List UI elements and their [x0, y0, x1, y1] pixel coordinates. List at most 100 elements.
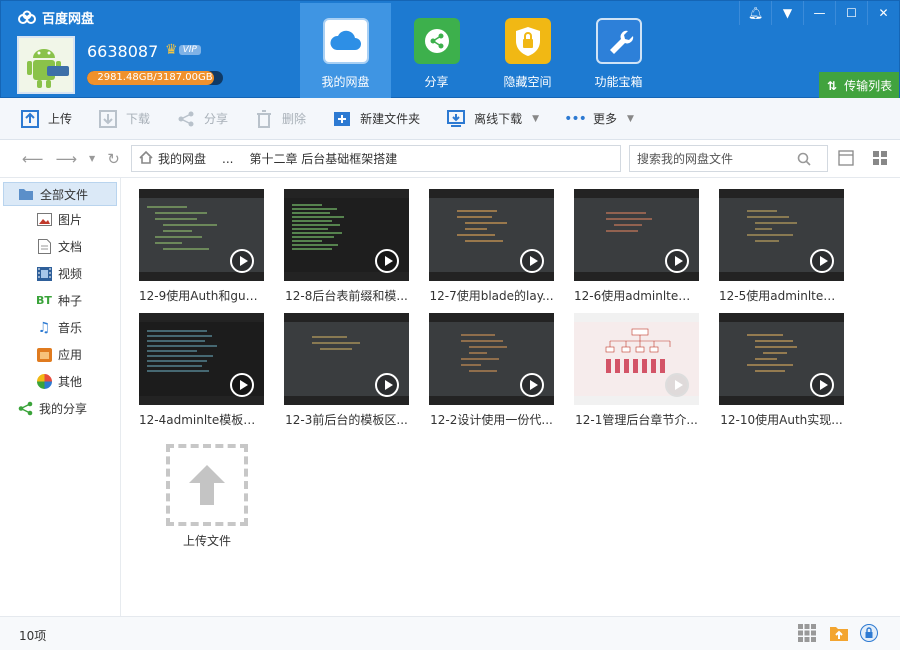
close-button[interactable]: ✕ [867, 1, 899, 25]
delete-label: 删除 [282, 112, 307, 126]
sidebar-item-apps[interactable]: 应用 [0, 341, 120, 368]
nav-toolbox[interactable]: 功能宝箱 [573, 3, 664, 98]
notification-bell-icon[interactable]: 🔔︎ [739, 1, 771, 25]
sidebar-item-torrents[interactable]: BT 种子 [0, 287, 120, 314]
sidebar-item-label: 图片 [58, 213, 83, 227]
video-thumbnail [139, 189, 264, 281]
avatar[interactable] [17, 36, 75, 94]
file-item[interactable]: 12-8后台表前缀和模... [284, 189, 409, 304]
transfer-arrows-icon: ⇅ [827, 78, 838, 93]
new-folder-button[interactable]: 新建文件夹 [332, 109, 420, 129]
other-icon [36, 374, 52, 390]
file-name: 12-4adminlte模板皮... [139, 413, 264, 427]
list-view-icon[interactable] [838, 150, 854, 166]
sidebar-item-all-files[interactable]: 全部文件 [3, 182, 117, 206]
nav-hidden-space-label: 隐藏空间 [503, 75, 552, 89]
play-icon [810, 249, 834, 273]
file-item[interactable]: 12-2设计使用一份代... [429, 313, 554, 428]
more-button[interactable]: ••• 更多 ▼ [564, 109, 634, 129]
video-thumbnail [429, 313, 554, 405]
history-dropdown-icon[interactable]: ▼ [89, 154, 95, 163]
grid-view-icon[interactable] [872, 150, 888, 166]
play-icon [665, 249, 689, 273]
upload-folder-icon[interactable] [829, 624, 848, 642]
download-label: 下载 [126, 112, 151, 126]
tools-icon [595, 18, 642, 64]
back-arrow-icon[interactable]: ⟵ [22, 150, 44, 168]
search-icon[interactable] [797, 152, 811, 166]
file-item[interactable]: 12-6使用adminlte搭... [574, 189, 699, 304]
storage-quota-bar: 2981.48GB/3187.00GB [87, 71, 223, 85]
upload-file-tile[interactable] [166, 444, 248, 526]
download-button[interactable]: 下载 [98, 109, 150, 129]
toolbar: 上传 下载 分享 删除 新建文件夹 离线下载 ▼ ••• 更多 ▼ [0, 98, 900, 140]
minimize-button[interactable]: — [803, 1, 835, 25]
file-name: 12-2设计使用一份代... [430, 413, 553, 427]
file-item[interactable]: 12-10使用Auth实现... [719, 313, 844, 428]
chevron-down-icon: ▼ [627, 113, 634, 124]
file-item[interactable]: 12-5使用adminlte搭... [719, 189, 844, 304]
video-thumbnail [719, 189, 844, 281]
share-button[interactable]: 分享 [176, 109, 228, 129]
nav-share-label: 分享 [424, 75, 449, 89]
menu-dropdown-icon[interactable]: ▼ [771, 1, 803, 25]
breadcrumb-current: 第十二章 后台基础框架搭建 [249, 152, 398, 166]
file-item[interactable]: 12-1管理后台章节介... [574, 313, 699, 428]
nav-my-disk[interactable]: 我的网盘 [300, 3, 391, 98]
history-nav: ⟵ ⟶ ▼ ↻ [0, 150, 130, 168]
sidebar-item-music[interactable]: ♫ 音乐 [0, 314, 120, 341]
vip-badge[interactable]: ♛ VIP [165, 42, 201, 58]
file-name: 12-8后台表前缀和模... [285, 289, 408, 303]
sidebar-item-label: 我的分享 [39, 402, 88, 416]
sidebar-item-label: 其他 [58, 375, 83, 389]
status-icons [785, 624, 878, 642]
new-folder-icon [332, 109, 352, 129]
play-icon [520, 373, 544, 397]
breadcrumb: 我的网盘 ... 第十二章 后台基础框架搭建 [131, 145, 621, 172]
sidebar-item-label: 文档 [58, 240, 83, 254]
refresh-icon[interactable]: ↻ [107, 150, 120, 168]
file-item[interactable]: 12-4adminlte模板皮... [139, 313, 264, 428]
lock-shield-icon[interactable] [860, 624, 878, 642]
more-dots-icon: ••• [564, 110, 587, 127]
file-item[interactable]: 12-3前后台的模板区... [284, 313, 409, 428]
delete-button[interactable]: 删除 [254, 109, 306, 129]
sidebar-item-documents[interactable]: 文档 [0, 233, 120, 260]
grid-apps-icon[interactable] [798, 624, 816, 642]
app-header: 百度网盘 6638087 ♛ VIP 2981.48GB/3187.00GB 我… [0, 0, 900, 99]
breadcrumb-ellipsis[interactable]: ... [222, 152, 233, 166]
file-item[interactable]: 12-9使用Auth和gua... [139, 189, 264, 304]
play-icon [665, 373, 689, 397]
sidebar-item-other[interactable]: 其他 [0, 368, 120, 395]
image-icon [36, 212, 52, 228]
file-item[interactable]: 12-7使用blade的lay... [429, 189, 554, 304]
file-name: 12-1管理后台章节介... [575, 413, 698, 427]
search-input[interactable] [637, 151, 797, 166]
baidu-cloud-logo-icon [18, 10, 36, 24]
file-name: 12-3前后台的模板区... [285, 413, 408, 427]
sidebar-item-my-share[interactable]: 我的分享 [0, 395, 120, 422]
offline-download-icon [446, 109, 466, 129]
username: 6638087 [87, 42, 159, 61]
share-icon [176, 109, 196, 129]
sidebar-item-label: 应用 [58, 348, 83, 362]
video-thumbnail [719, 313, 844, 405]
share-icon [413, 18, 460, 64]
upload-label: 上传 [48, 112, 73, 126]
play-icon [810, 373, 834, 397]
play-icon [520, 249, 544, 273]
crown-icon: ♛ [165, 42, 178, 58]
sidebar-item-images[interactable]: 图片 [0, 206, 120, 233]
play-icon [375, 373, 399, 397]
offline-download-button[interactable]: 离线下载 ▼ [446, 109, 539, 129]
nav-hidden-space[interactable]: 隐藏空间 [482, 3, 573, 98]
transfer-list-button[interactable]: ⇅ 传输列表 [819, 72, 899, 99]
forward-arrow-icon[interactable]: ⟶ [56, 150, 78, 168]
breadcrumb-home[interactable]: 我的网盘 [158, 150, 206, 167]
nav-share[interactable]: 分享 [391, 3, 482, 98]
file-name: 12-6使用adminlte搭... [574, 289, 699, 303]
upload-button[interactable]: 上传 [20, 109, 72, 129]
maximize-button[interactable]: ☐ [835, 1, 867, 25]
sidebar-item-videos[interactable]: 视频 [0, 260, 120, 287]
window-controls: 🔔︎ ▼ — ☐ ✕ [739, 1, 899, 25]
